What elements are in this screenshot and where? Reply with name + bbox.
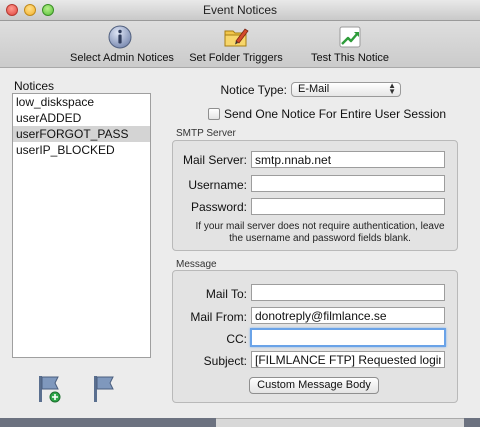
custom-message-body-button[interactable]: Custom Message Body — [249, 377, 379, 394]
set-folder-triggers-button[interactable]: Set Folder Triggers — [186, 21, 286, 67]
auth-note: If your mail server does not require aut… — [195, 221, 445, 244]
notice-item[interactable]: userIP_BLOCKED — [13, 142, 150, 158]
add-notice-icon[interactable] — [35, 374, 63, 404]
username-label: Username: — [188, 178, 247, 192]
test-this-notice-label: Test This Notice — [310, 52, 390, 64]
select-admin-notices-button[interactable]: Select Admin Notices — [70, 21, 174, 67]
cc-label: CC: — [226, 332, 247, 346]
notice-type-select[interactable]: E-Mail ▲ ▼ — [291, 82, 401, 97]
background-window — [216, 418, 464, 427]
mail-from-label: Mail From: — [190, 310, 247, 324]
mail-to-input[interactable] — [251, 284, 445, 301]
notice-type-label: Notice Type: — [220, 83, 287, 97]
notices-list[interactable]: low_diskspace userADDED userFORGOT_PASS … — [12, 93, 151, 358]
notice-item-selected[interactable]: userFORGOT_PASS — [13, 126, 150, 142]
mail-to-label: Mail To: — [205, 287, 247, 301]
mail-from-input[interactable] — [251, 307, 445, 324]
single-notice-label: Send One Notice For Entire User Session — [224, 107, 447, 121]
select-arrows-icon: ▲ ▼ — [388, 81, 396, 96]
notice-item[interactable]: userADDED — [13, 110, 150, 126]
test-arrow-icon — [339, 26, 361, 48]
window-title: Event Notices — [202, 3, 278, 17]
single-notice-checkbox[interactable] — [208, 108, 220, 120]
test-this-notice-button[interactable]: Test This Notice — [300, 21, 400, 67]
remove-notice-icon[interactable] — [90, 374, 118, 404]
notices-heading: Notices — [14, 79, 55, 93]
subject-input[interactable] — [251, 351, 445, 368]
set-folder-triggers-label: Set Folder Triggers — [189, 52, 283, 64]
username-input[interactable] — [251, 175, 445, 192]
password-input[interactable] — [251, 198, 445, 215]
toolbar: Select Admin Notices Set Folder Triggers… — [0, 21, 480, 68]
notice-item[interactable]: low_diskspace — [13, 94, 150, 110]
info-icon — [108, 25, 132, 49]
smtp-group-title: SMTP Server — [176, 128, 236, 139]
select-admin-notices-label: Select Admin Notices — [70, 52, 174, 64]
message-group-title: Message — [176, 259, 217, 270]
password-label: Password: — [190, 200, 247, 214]
subject-label: Subject: — [203, 354, 247, 368]
mail-server-label: Mail Server: — [182, 153, 247, 167]
folder-pencil-icon — [224, 28, 249, 47]
notice-type-value: E-Mail — [298, 83, 330, 95]
cc-input[interactable] — [250, 328, 446, 347]
mail-server-input[interactable] — [251, 151, 445, 168]
